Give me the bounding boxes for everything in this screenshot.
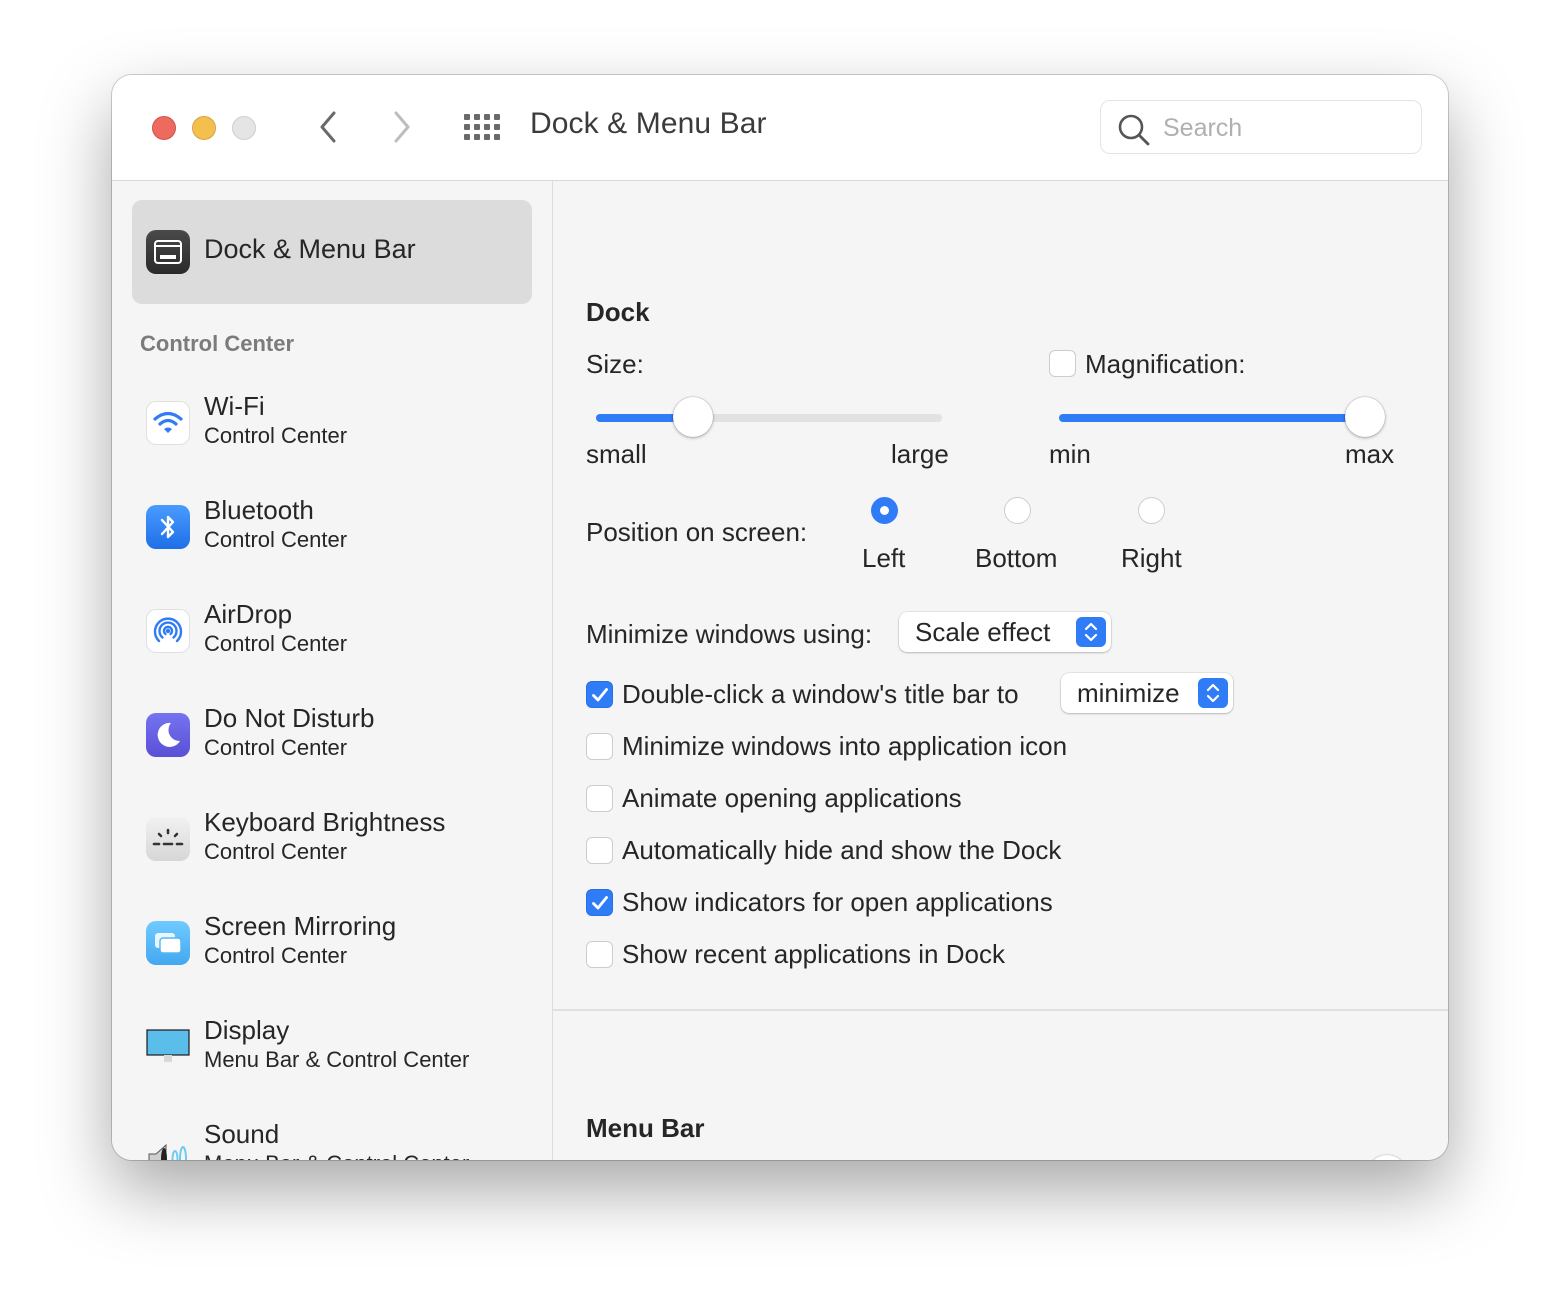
sidebar-item-keyboard-brightness[interactable]: Keyboard Brightness Control Center bbox=[132, 807, 532, 887]
speaker-icon bbox=[146, 1137, 190, 1160]
search-field[interactable] bbox=[1100, 100, 1422, 155]
minimize-effect-value: Scale effect bbox=[915, 617, 1051, 647]
position-bottom-radio[interactable] bbox=[1004, 497, 1031, 524]
sidebar-item-label: Dock & Menu Bar bbox=[204, 234, 416, 264]
sidebar-item-name: Screen Mirroring bbox=[204, 911, 397, 941]
sidebar-item-name: Display bbox=[204, 1015, 290, 1045]
sidebar-item-subtitle: Control Center bbox=[204, 735, 348, 760]
dock-option-label: Minimize windows into application icon bbox=[622, 731, 1068, 761]
dock-section-heading: Dock bbox=[586, 297, 650, 327]
size-max-label: large bbox=[891, 439, 949, 469]
double-click-action-value: minimize bbox=[1077, 678, 1180, 708]
minimize-using-label: Minimize windows using: bbox=[586, 619, 873, 649]
chevron-left-icon bbox=[320, 111, 336, 143]
magnification-label: Magnification: bbox=[1085, 349, 1246, 379]
position-label: Position on screen: bbox=[586, 517, 808, 547]
sidebar-item-name: Keyboard Brightness bbox=[204, 807, 446, 837]
forward-button[interactable] bbox=[384, 107, 420, 147]
size-label: Size: bbox=[586, 349, 644, 379]
sidebar-item-do-not-disturb[interactable]: Do Not Disturb Control Center bbox=[132, 703, 532, 783]
close-button[interactable] bbox=[152, 116, 176, 140]
sidebar-item-subtitle: Control Center bbox=[204, 423, 348, 448]
double-click-action-popup[interactable]: minimize bbox=[1061, 673, 1233, 713]
sidebar-item-wifi[interactable]: Wi-Fi Control Center bbox=[132, 391, 532, 471]
screen-mirroring-icon bbox=[146, 921, 190, 965]
moon-icon bbox=[146, 713, 190, 757]
zoom-button[interactable] bbox=[232, 116, 256, 140]
sidebar-item-sound[interactable]: Sound Menu Bar & Control Center bbox=[132, 1119, 532, 1160]
help-button[interactable]: ? bbox=[1367, 1155, 1407, 1160]
dock-checkbox-0[interactable] bbox=[586, 733, 613, 760]
sidebar-item-subtitle: Control Center bbox=[204, 839, 348, 864]
magnification-max-label: max bbox=[1345, 439, 1395, 469]
system-preferences-window: Dock & Menu Bar Dock & Menu Bar Control … bbox=[112, 75, 1448, 1160]
magnification-slider-thumb[interactable] bbox=[1345, 397, 1385, 437]
magnification-min-label: min bbox=[1049, 439, 1091, 469]
sidebar-item-subtitle: Control Center bbox=[204, 631, 348, 656]
dock-option-label: Show indicators for open applications bbox=[622, 887, 1053, 917]
search-input[interactable] bbox=[1161, 101, 1415, 155]
dock-menubar-icon bbox=[146, 230, 190, 274]
bluetooth-icon bbox=[146, 505, 190, 549]
sidebar-item-airdrop[interactable]: AirDrop Control Center bbox=[132, 599, 532, 679]
position-left-label: Left bbox=[862, 543, 906, 573]
minimize-effect-popup[interactable]: Scale effect bbox=[899, 612, 1111, 652]
dock-option-label: Show recent applications in Dock bbox=[622, 939, 1005, 969]
sidebar-item-bluetooth[interactable]: Bluetooth Control Center bbox=[132, 495, 532, 575]
dock-settings-pane: Dock Size: small large Magnification: mi… bbox=[553, 181, 1448, 1160]
sidebar-item-subtitle: Menu Bar & Control Center bbox=[204, 1047, 470, 1072]
sidebar-item-subtitle: Control Center bbox=[204, 527, 348, 552]
position-left-radio[interactable] bbox=[871, 497, 898, 524]
position-right-label: Right bbox=[1121, 543, 1182, 573]
keyboard-brightness-icon bbox=[146, 817, 190, 861]
size-slider[interactable] bbox=[596, 397, 942, 437]
double-click-checkbox[interactable] bbox=[586, 681, 613, 708]
display-icon bbox=[146, 1025, 190, 1069]
minimize-button[interactable] bbox=[192, 116, 216, 140]
section-divider bbox=[553, 1009, 1448, 1011]
sidebar: Dock & Menu Bar Control Center Wi-Fi Con… bbox=[112, 181, 553, 1160]
sidebar-item-subtitle: Menu Bar & Control Center bbox=[204, 1151, 469, 1160]
sidebar-item-name: Bluetooth bbox=[204, 495, 314, 525]
updown-chevron-icon bbox=[1076, 617, 1106, 647]
menubar-section-heading: Menu Bar bbox=[586, 1113, 705, 1143]
sidebar-item-name: Do Not Disturb bbox=[204, 703, 375, 733]
sidebar-item-screen-mirroring[interactable]: Screen Mirroring Control Center bbox=[132, 911, 532, 991]
sidebar-item-display[interactable]: Display Menu Bar & Control Center bbox=[132, 1015, 532, 1095]
dock-checkbox-1[interactable] bbox=[586, 785, 613, 812]
updown-chevron-icon bbox=[1198, 678, 1228, 708]
magnification-checkbox[interactable] bbox=[1049, 350, 1076, 377]
size-min-label: small bbox=[586, 439, 647, 469]
search-icon bbox=[1117, 113, 1151, 152]
back-button[interactable] bbox=[310, 107, 346, 147]
magnification-slider-fill bbox=[1059, 414, 1365, 422]
position-right-radio[interactable] bbox=[1138, 497, 1165, 524]
sidebar-item-dock-menu-bar[interactable]: Dock & Menu Bar bbox=[132, 200, 532, 304]
grid-icon bbox=[464, 114, 500, 140]
checkmark-icon bbox=[591, 895, 608, 909]
position-bottom-label: Bottom bbox=[975, 543, 1058, 573]
size-slider-thumb[interactable] bbox=[672, 397, 713, 437]
magnification-slider[interactable] bbox=[1059, 397, 1385, 437]
sidebar-item-name: Wi-Fi bbox=[204, 391, 265, 421]
dock-checkbox-2[interactable] bbox=[586, 837, 613, 864]
window-title: Dock & Menu Bar bbox=[530, 107, 767, 140]
sidebar-item-subtitle: Control Center bbox=[204, 943, 348, 968]
sidebar-section-header: Control Center bbox=[140, 331, 294, 356]
dock-checkbox-4[interactable] bbox=[586, 941, 613, 968]
double-click-label: Double-click a window's title bar to bbox=[622, 679, 1019, 709]
dock-option-label: Animate opening applications bbox=[622, 783, 962, 813]
wifi-icon bbox=[146, 401, 190, 445]
dock-option-label: Automatically hide and show the Dock bbox=[622, 835, 1062, 865]
show-all-button[interactable] bbox=[462, 112, 502, 142]
checkmark-icon bbox=[591, 687, 608, 701]
sidebar-item-name: AirDrop bbox=[204, 599, 293, 629]
dock-checkbox-3[interactable] bbox=[586, 889, 613, 916]
sidebar-item-name: Sound bbox=[204, 1119, 280, 1149]
chevron-right-icon bbox=[394, 111, 410, 143]
airdrop-icon bbox=[146, 609, 190, 653]
title-bar: Dock & Menu Bar bbox=[112, 75, 1448, 181]
